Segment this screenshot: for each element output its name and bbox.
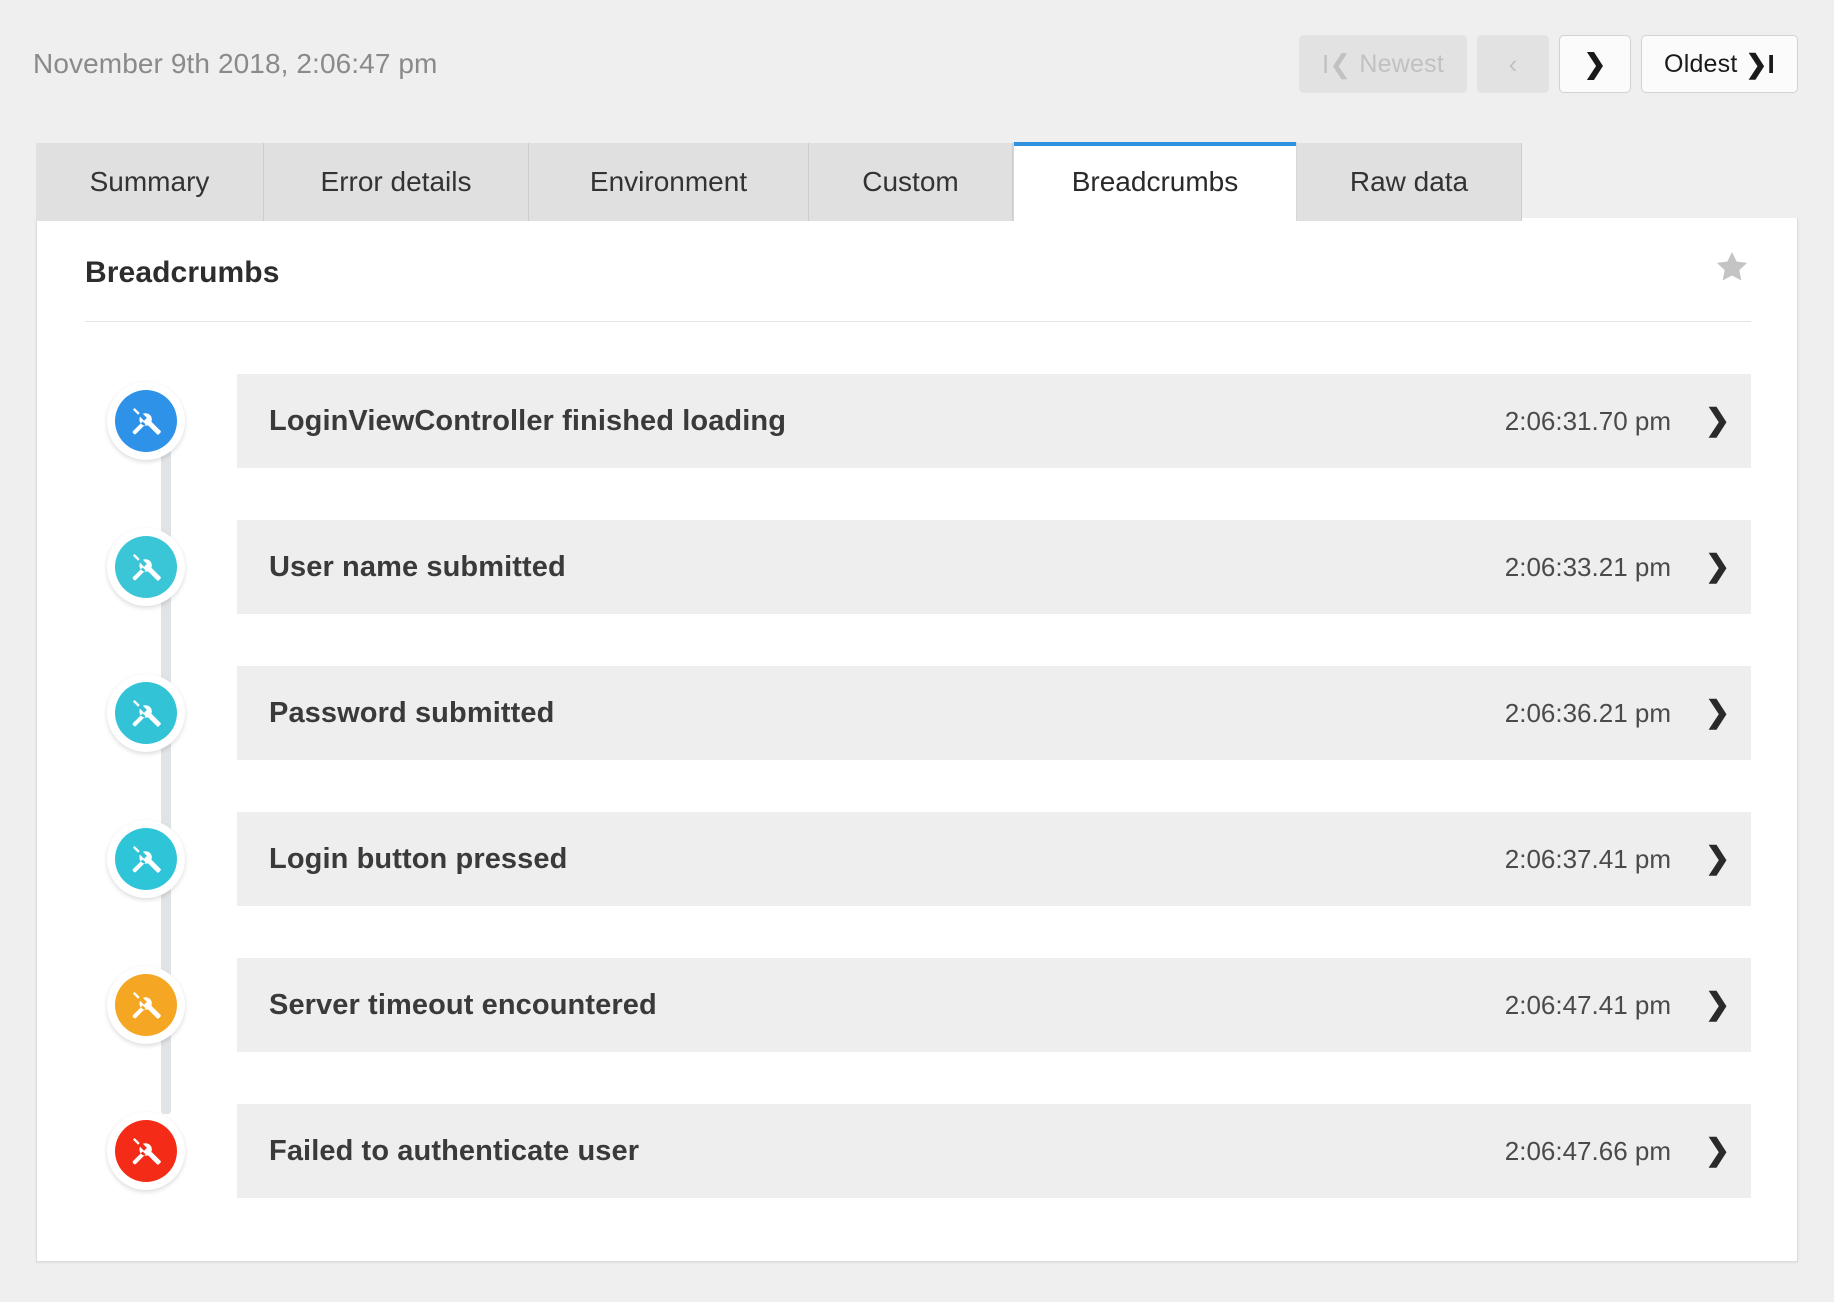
next-button[interactable]: ❯ [1559,35,1631,93]
chevron-right-icon[interactable]: ❯ [1705,844,1730,874]
event-timestamp: November 9th 2018, 2:06:47 pm [33,48,438,79]
breadcrumb-label: Password submitted [269,696,555,729]
breadcrumb-item[interactable]: LoginViewController finished loading 2:0… [237,374,1751,468]
breadcrumb-row: Password submitted 2:06:36.21 pm ❯ [85,640,1751,786]
breadcrumb-marker [85,1112,237,1190]
tools-icon [132,991,161,1019]
breadcrumb-meta: 2:06:33.21 pm ❯ [1504,551,1730,583]
tab-summary[interactable]: Summary [36,143,264,221]
breadcrumb-meta: 2:06:47.41 pm ❯ [1504,989,1730,1021]
breadcrumb-dot-ring [107,820,185,898]
chevron-left-icon: ‹ [1508,49,1518,79]
chevron-right-icon[interactable]: ❯ [1705,406,1730,436]
breadcrumb-meta: 2:06:37.41 pm ❯ [1504,843,1730,875]
tab-error-details-label: Error details [320,166,472,197]
breadcrumb-meta: 2:06:47.66 pm ❯ [1504,1135,1730,1167]
breadcrumb-row: Server timeout encountered 2:06:47.41 pm… [85,932,1751,1078]
panel-title: Breadcrumbs [85,256,280,289]
breadcrumb-dot [115,1120,177,1182]
previous-button[interactable]: ‹ [1477,35,1549,93]
chevron-right-icon[interactable]: ❯ [1705,1136,1730,1166]
breadcrumb-label: Login button pressed [269,842,568,875]
tab-raw-data[interactable]: Raw data [1297,143,1522,221]
tab-breadcrumbs[interactable]: Breadcrumbs [1013,142,1297,221]
first-page-icon: I❮ [1322,49,1352,79]
breadcrumb-dot [115,536,177,598]
breadcrumb-time: 2:06:47.66 pm [1504,1135,1671,1166]
breadcrumb-dot [115,828,177,890]
tab-environment[interactable]: Environment [529,143,809,221]
breadcrumb-marker [85,966,237,1044]
tab-breadcrumbs-label: Breadcrumbs [1071,165,1239,197]
breadcrumb-row: LoginViewController finished loading 2:0… [85,348,1751,494]
tools-icon [132,699,161,727]
newest-button-label: Newest [1359,49,1444,78]
breadcrumb-meta: 2:06:36.21 pm ❯ [1504,697,1730,729]
oldest-button-label: Oldest [1664,49,1738,78]
tab-environment-label: Environment [589,166,748,197]
breadcrumb-time: 2:06:31.70 pm [1504,405,1671,436]
breadcrumbs-panel: Breadcrumbs LoginViewController finished… [36,218,1798,1262]
chevron-right-icon[interactable]: ❯ [1705,552,1730,582]
chevron-right-icon[interactable]: ❯ [1705,698,1730,728]
breadcrumb-item[interactable]: Password submitted 2:06:36.21 pm ❯ [237,666,1751,760]
breadcrumb-row: Failed to authenticate user 2:06:47.66 p… [85,1078,1751,1224]
breadcrumb-item[interactable]: Failed to authenticate user 2:06:47.66 p… [237,1104,1751,1198]
breadcrumb-dot-ring [107,528,185,606]
breadcrumb-time: 2:06:47.41 pm [1504,989,1671,1020]
breadcrumb-dot-ring [107,966,185,1044]
breadcrumb-marker [85,528,237,606]
breadcrumb-item[interactable]: User name submitted 2:06:33.21 pm ❯ [237,520,1751,614]
oldest-button[interactable]: Oldest ❯I [1641,35,1798,93]
breadcrumb-time: 2:06:36.21 pm [1504,697,1671,728]
last-page-icon: ❯I [1745,49,1775,79]
star-icon[interactable] [1713,248,1751,286]
tab-custom[interactable]: Custom [809,143,1013,221]
breadcrumb-marker [85,382,237,460]
tools-icon [132,407,161,435]
tools-icon [132,1137,161,1165]
breadcrumb-label: User name submitted [269,550,566,583]
chevron-right-icon: ❯ [1583,48,1607,79]
breadcrumb-dot [115,974,177,1036]
event-detail-page: November 9th 2018, 2:06:47 pm I❮ Newest … [0,0,1834,1302]
breadcrumb-item[interactable]: Login button pressed 2:06:37.41 pm ❯ [237,812,1751,906]
breadcrumb-dot-ring [107,674,185,752]
detail-tabs: Summary Error details Environment Custom… [36,140,1798,221]
tab-error-details[interactable]: Error details [264,143,529,221]
breadcrumb-dot [115,682,177,744]
breadcrumb-marker [85,820,237,898]
tools-icon [132,553,161,581]
breadcrumb-item[interactable]: Server timeout encountered 2:06:47.41 pm… [237,958,1751,1052]
breadcrumb-dot-ring [107,1112,185,1190]
tab-summary-label: Summary [89,166,210,197]
panel-header: Breadcrumbs [85,251,1751,322]
breadcrumb-label: Failed to authenticate user [269,1134,640,1167]
newest-button[interactable]: I❮ Newest [1299,35,1467,93]
breadcrumb-dot [115,390,177,452]
breadcrumb-label: LoginViewController finished loading [269,404,787,437]
breadcrumb-marker [85,674,237,752]
breadcrumb-dot-ring [107,382,185,460]
tab-raw-data-label: Raw data [1349,166,1469,197]
page-header: November 9th 2018, 2:06:47 pm I❮ Newest … [0,0,1834,128]
tab-custom-label: Custom [862,166,959,197]
breadcrumb-row: User name submitted 2:06:33.21 pm ❯ [85,494,1751,640]
chevron-right-icon[interactable]: ❯ [1705,990,1730,1020]
breadcrumbs-timeline: LoginViewController finished loading 2:0… [85,348,1751,1228]
breadcrumb-meta: 2:06:31.70 pm ❯ [1504,405,1730,437]
breadcrumb-time: 2:06:37.41 pm [1504,843,1671,874]
tools-icon [132,845,161,873]
breadcrumb-row: Login button pressed 2:06:37.41 pm ❯ [85,786,1751,932]
breadcrumb-label: Server timeout encountered [269,988,657,1021]
breadcrumb-time: 2:06:33.21 pm [1504,551,1671,582]
event-navigation: I❮ Newest ‹ ❯ Oldest ❯I [1299,35,1798,93]
